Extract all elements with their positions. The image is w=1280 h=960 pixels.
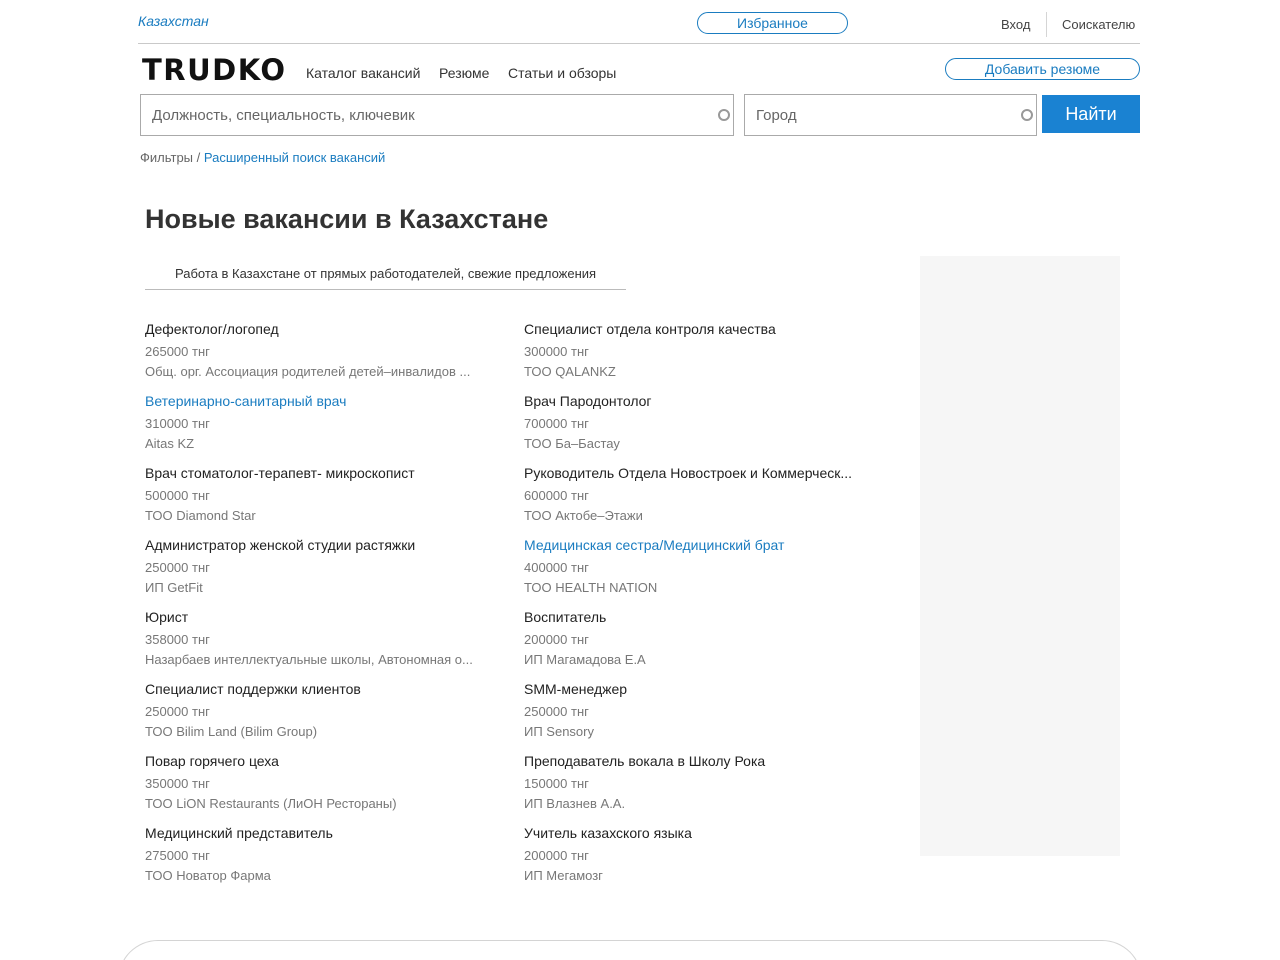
job-salary: 700000 тнг [524, 416, 589, 431]
job-card: Врач Пародонтолог 700000 тнг ТОО Ба–Бастау [524, 393, 865, 465]
search-button[interactable]: Найти [1042, 95, 1140, 133]
city-input[interactable] [745, 95, 1036, 135]
job-salary: 300000 тнг [524, 344, 589, 359]
job-card: Администратор женской студии растяжки 250… [145, 537, 524, 609]
job-salary: 200000 тнг [524, 848, 589, 863]
page-subtitle: Работа в Казахстане от прямых работодате… [145, 266, 626, 290]
job-company: ИП Магамадова Е.А [524, 653, 646, 667]
job-title-link[interactable]: SMM-менеджер [524, 681, 865, 697]
job-card: Учитель казахского языка 200000 тнг ИП Мег… [524, 825, 865, 897]
query-clear-icon[interactable] [718, 109, 730, 121]
job-company: ТОО Новатор Фарма [145, 869, 271, 883]
job-salary: 250000 тнг [145, 560, 210, 575]
job-company: ТОО Bilim Land (Bilim Group) [145, 725, 318, 739]
footer-top [118, 940, 1142, 960]
job-salary: 350000 тнг [145, 776, 210, 791]
job-title-link[interactable]: Воспитатель [524, 609, 865, 625]
job-title-link[interactable]: Дефектолог/логопед [145, 321, 524, 337]
job-title-link[interactable]: Медицинская сестра/Медицинский брат [524, 537, 865, 553]
job-company: Назарбаев интеллектуальные школы, Автоно… [145, 653, 473, 667]
job-card: Медицинский представитель 275000 тнг ТОО Н… [145, 825, 524, 897]
job-title-link[interactable]: Врач Пародонтолог [524, 393, 865, 409]
job-card: Преподаватель вокала в Школу Рока 150000 … [524, 753, 865, 825]
job-card: Повар горячего цеха 350000 тнг ТОО LiON Re… [145, 753, 524, 825]
job-company: ТОО Ба–Бастау [524, 437, 620, 451]
nav-vacancy-catalog[interactable]: Каталог вакансий [306, 65, 420, 81]
job-title-link[interactable]: Администратор женской студии растяжки [145, 537, 524, 553]
job-card: Ветеринарно-санитарный врач 310000 тнг Ait… [145, 393, 524, 465]
job-company: ТОО Актобе–Этажи [524, 509, 643, 523]
job-title-link[interactable]: Повар горячего цеха [145, 753, 524, 769]
job-salary: 400000 тнг [524, 560, 589, 575]
job-salary: 250000 тнг [524, 704, 589, 719]
favorites-button[interactable]: Избранное [697, 12, 848, 34]
job-salary: 265000 тнг [145, 344, 210, 359]
top-bar: Казахстан Избранное Вход Соискателю [138, 0, 1140, 44]
job-salary: 250000 тнг [145, 704, 210, 719]
page-title: Новые вакансии в Казахстане [145, 204, 549, 234]
job-salary: 275000 тнг [145, 848, 210, 863]
job-salary: 150000 тнг [524, 776, 589, 791]
job-title-link[interactable]: Руководитель Отдела Новостроек и Коммерч… [524, 465, 865, 481]
job-card: Дефектолог/логопед 265000 тнг Общ. орг. Ас… [145, 321, 524, 393]
job-company: ТОО QALANKZ [524, 365, 616, 379]
job-company: ИП Мегамозг [524, 869, 603, 883]
job-salary: 200000 тнг [524, 632, 589, 647]
job-salary: 500000 тнг [145, 488, 210, 503]
job-company: ТОО LiON Restaurants (ЛиОН Рестораны) [145, 797, 397, 811]
nav-resumes[interactable]: Резюме [439, 65, 489, 81]
job-title-link[interactable]: Специалист поддержки клиентов [145, 681, 524, 697]
job-company: ТОО HEALTH NATION [524, 581, 658, 595]
seeker-link[interactable]: Соискателю [1062, 17, 1135, 32]
job-company: Aitas KZ [145, 437, 195, 451]
breadcrumb-filters: Фильтры [140, 150, 194, 165]
city-clear-icon[interactable] [1021, 109, 1033, 121]
top-divider [1046, 12, 1047, 37]
job-company: Общ. орг. Ассоциация родителей детей–инв… [145, 365, 471, 379]
job-salary: 600000 тнг [524, 488, 589, 503]
breadcrumb-separator: / [193, 150, 204, 165]
job-title-link[interactable]: Ветеринарно-санитарный врач [145, 393, 524, 409]
job-title-link[interactable]: Специалист отдела контроля качества [524, 321, 865, 337]
job-company: ТОО Diamond Star [145, 509, 256, 523]
job-salary: 358000 тнг [145, 632, 210, 647]
job-title-link[interactable]: Медицинский представитель [145, 825, 524, 841]
query-field [140, 94, 734, 136]
site-logo[interactable]: TRUDKO [142, 53, 287, 87]
job-card: Медицинская сестра/Медицинский брат 40000… [524, 537, 865, 609]
job-company: ИП Влазнев А.А. [524, 797, 626, 811]
nav-articles[interactable]: Статьи и обзоры [508, 65, 616, 81]
job-card: Специалист поддержки клиентов 250000 тнг Т… [145, 681, 524, 753]
job-card: Врач стоматолог-терапевт- микроскопист 50… [145, 465, 524, 537]
region-selector[interactable]: Казахстан [138, 13, 209, 29]
job-title-link[interactable]: Врач стоматолог-терапевт- микроскопист [145, 465, 524, 481]
job-company: ИП Sensory [524, 725, 594, 739]
breadcrumb: Фильтры / Расширенный поиск вакансий [140, 150, 385, 165]
job-list: Дефектолог/логопед 265000 тнг Общ. орг. Ас… [145, 321, 865, 897]
login-link[interactable]: Вход [1001, 17, 1030, 32]
add-resume-button[interactable]: Добавить резюме [945, 58, 1140, 80]
ad-placeholder [920, 256, 1120, 856]
job-company: ИП GetFit [145, 581, 203, 595]
job-card: Специалист отдела контроля качества 30000… [524, 321, 865, 393]
job-title-link[interactable]: Учитель казахского языка [524, 825, 865, 841]
job-salary: 310000 тнг [145, 416, 210, 431]
job-title-link[interactable]: Юрист [145, 609, 524, 625]
job-card: Руководитель Отдела Новостроек и Коммерч… [524, 465, 865, 537]
query-input[interactable] [141, 95, 733, 135]
advanced-search-link[interactable]: Расширенный поиск вакансий [204, 150, 385, 165]
city-field [744, 94, 1037, 136]
job-card: Воспитатель 200000 тнг ИП Магамадова Е.А [524, 609, 865, 681]
job-card: Юрист 358000 тнг Назарбаев интеллектуальны… [145, 609, 524, 681]
job-title-link[interactable]: Преподаватель вокала в Школу Рока [524, 753, 865, 769]
job-card: SMM-менеджер 250000 тнг ИП Sensory [524, 681, 865, 753]
